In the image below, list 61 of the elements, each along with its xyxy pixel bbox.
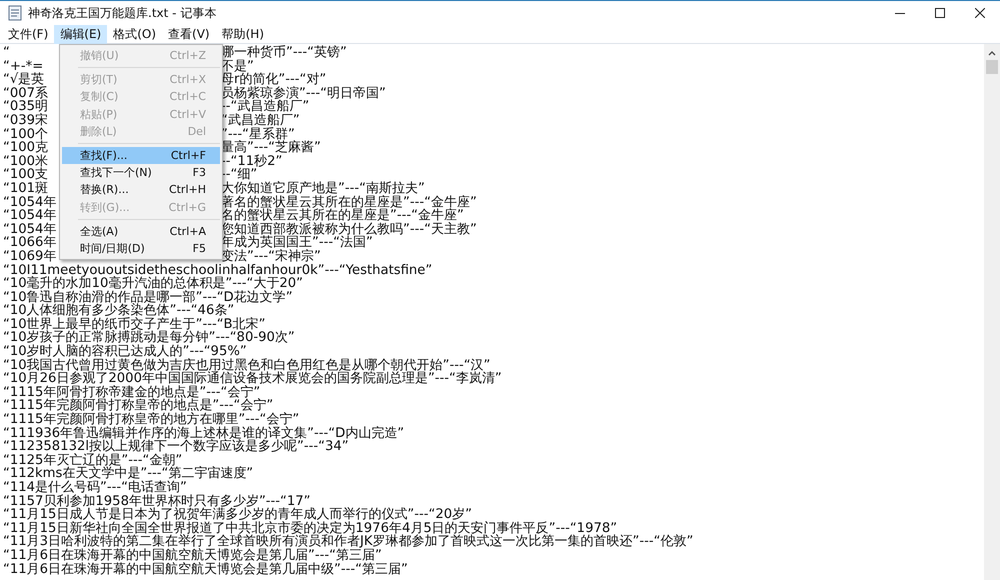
text-line: --“11秒2”: [221, 154, 284, 168]
text-line: “1054年: [3, 209, 58, 223]
text-line: “035明: [3, 100, 50, 114]
text-line: “1066年: [3, 236, 58, 250]
text-line: “112358132l按以上规律下一个数字应该是多少呢”---“34”: [3, 440, 349, 454]
text-line: “1157贝利参加1958年世界杯时只有多少岁”---“17”: [3, 494, 311, 508]
text-line: “11月3日哈利波特的第二集在举行了全球首映所有演员和作者JK罗琳都参加了首映式这一次比第一集的首映还”---“伦敦”: [3, 535, 694, 549]
text-line: “1115年完颜阿骨打称皇帝的地方在哪里”---“会宁”: [3, 413, 300, 427]
text-line: “1125年灭亡辽的是”---“金朝”: [3, 454, 182, 468]
menu-item[interactable]: 全选(A) Ctrl+A: [62, 222, 220, 240]
text-line: “101斑: [3, 182, 48, 196]
text-line: “1115年阿骨打称帝建金的地点是”---“会宁”: [3, 386, 260, 400]
text-line: “10世界上最早的纸币交子产生于”---“B北宋”: [3, 318, 266, 332]
menu-bar-item[interactable]: 查看(V): [162, 24, 216, 44]
text-line: “100支: [3, 168, 50, 182]
scrollbar-thumb[interactable]: [986, 60, 998, 74]
text-line: “1069年: [3, 250, 58, 264]
text-line: “10鲁迅自称油滑的作品是哪一部”---“D花边文学”: [3, 290, 293, 304]
text-line: “11月6日在珠海开幕的中国航空航天博览会是第几届中级”---“第三届”: [3, 562, 408, 576]
text-line: “039宋: [3, 114, 50, 128]
text-line: “11月15日成人节是日本为了祝贺年满多少岁的青年成人而举行的仪式”---“20岁”: [3, 508, 472, 522]
text-line: “10毫升的水加10毫升汽油的总体积是”---“大于20”: [3, 277, 303, 291]
text-line: “: [3, 46, 11, 60]
text-line: “√是英: [3, 73, 44, 87]
menu-bar-item[interactable]: 帮助(H): [216, 24, 270, 44]
menu-item[interactable]: 替换(R)... Ctrl+H: [62, 181, 220, 198]
text-line: “10岁时人脑的容积已达成人的”---“95%”: [3, 345, 247, 359]
maximize-icon: [935, 8, 945, 18]
menu-bar-item[interactable]: 编辑(E): [54, 24, 108, 44]
menu-item[interactable]: 时间/日期(D) F5: [62, 240, 220, 258]
text-line: “+-*=: [3, 60, 44, 74]
vertical-scrollbar[interactable]: [984, 44, 1000, 580]
text-line: “10月26日参观了2000年中国国际通信设备技术展览会的国务院副总理是”---“李岚清”: [3, 372, 502, 386]
menu-bar-item[interactable]: 格式(O): [107, 24, 162, 44]
text-line: “100米: [3, 154, 50, 168]
text-line: 员杨紫琼参演”---“明日帝国”: [221, 86, 387, 100]
text-line: “11月6日在珠海开幕的中国航空航天博览会是第几届”---“第三届”: [3, 548, 382, 563]
text-line: “007系: [3, 86, 50, 100]
text-line: “1054年: [3, 222, 58, 236]
text-line: “100克: [3, 141, 50, 155]
close-icon: [975, 8, 985, 18]
scroll-up-icon[interactable]: [988, 50, 996, 56]
text-line: “10I11meetyououtsidetheschoolinhalfanhour0k”---“Yesthatsfine”: [3, 264, 432, 278]
text-line: 量高”---“芝麻酱”: [221, 141, 322, 155]
text-line: “10我国古代曾用过黄色做为吉庆也用过黑色和白色用红色是从哪个朝代开始”---“汉”: [3, 358, 490, 372]
text-line: “100个: [3, 128, 50, 142]
text-line: “1054年: [3, 196, 58, 210]
text-line: “114是什么号码”---“电话查询”: [3, 481, 187, 495]
menu-item[interactable]: 查找下一个(N) F3: [62, 164, 220, 182]
menu-bar-item[interactable]: 文件(F): [2, 24, 54, 44]
notepad-icon: [8, 5, 22, 21]
text-line: “10岁孩子的正常脉搏跳动是每分钟”---“80-90次”: [3, 331, 295, 346]
text-line: “111936年鲁迅编辑并作序的海上述林是谁的译文集”---“D内山完造”: [3, 426, 404, 440]
text-line: 母r的简化”---“对”: [221, 73, 328, 87]
menu-item[interactable]: 查找(F)... Ctrl+F: [62, 146, 220, 164]
text-line: 变法”---“宋神宗”: [221, 250, 322, 264]
window-title: 神奇洛克王国万能题库.txt - 记事本: [28, 4, 216, 22]
text-line: “10人体细胞有多少条染色体”---“46条”: [3, 304, 234, 318]
text-line: “112kms在天文学中是”---“第二宇宙速度”: [3, 467, 254, 481]
text-line: “1115年完颜阿骨打称皇帝的地点是”---“会宁”: [3, 399, 274, 414]
text-line: “11月15日新华社向全国全世界报道了中共北京市委的决定为1976年4月5日的天安门事件平反”---“1978”: [3, 522, 618, 536]
